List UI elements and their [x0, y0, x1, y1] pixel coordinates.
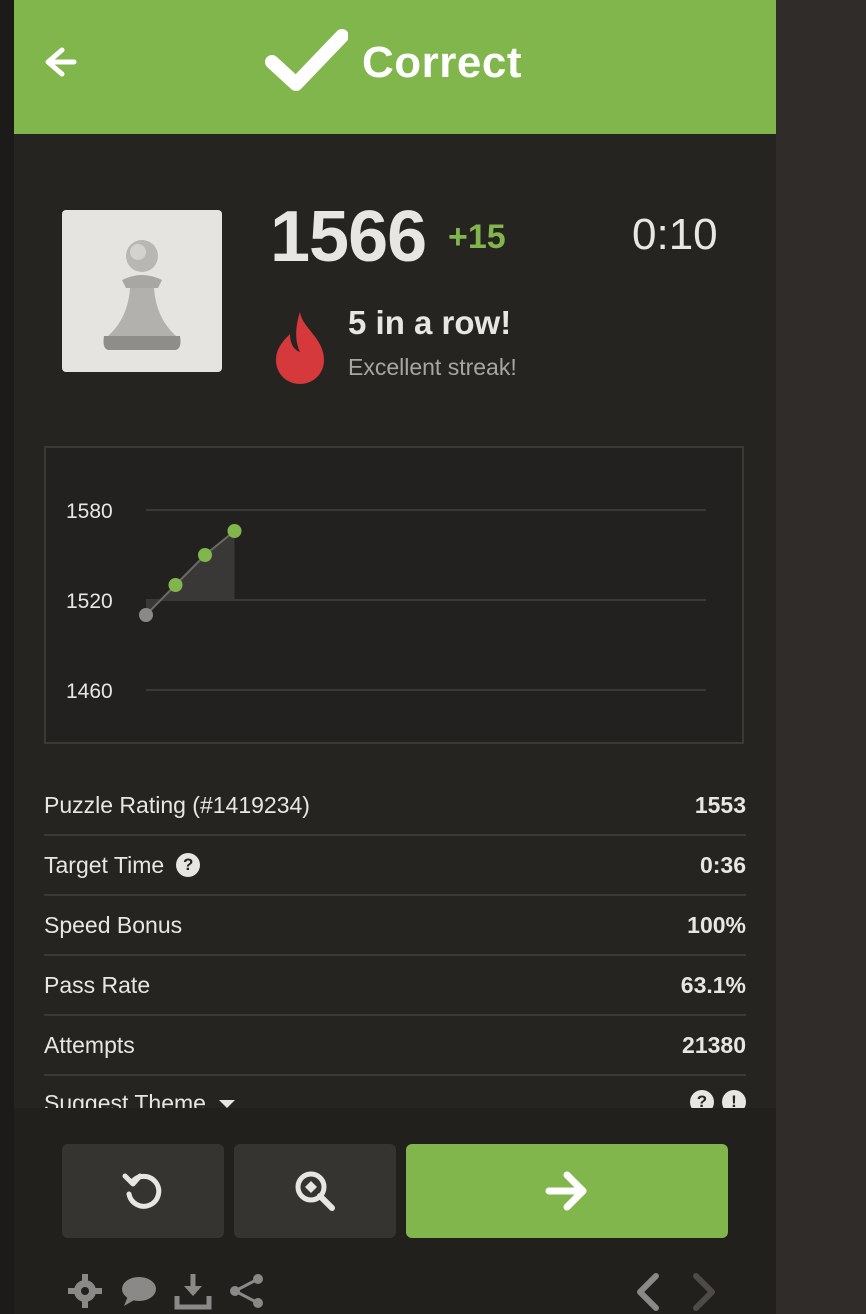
stat-row-attempts: Attempts 21380: [44, 1016, 746, 1076]
retry-button[interactable]: [62, 1144, 224, 1238]
rating-chart: 1580 1520 1460: [44, 446, 744, 744]
stat-row-puzzle-rating: Puzzle Rating (#1419234) 1553: [44, 776, 746, 836]
chart-ytick-label: 1580: [66, 500, 113, 523]
arrow-right-icon: [545, 1171, 587, 1211]
streak-subtitle: Excellent streak!: [348, 354, 517, 380]
chart-point[interactable]: [168, 578, 183, 592]
download-icon[interactable]: [174, 1272, 212, 1310]
chevron-left-icon[interactable]: [630, 1272, 666, 1312]
action-bar: [14, 1108, 776, 1314]
chart-ytick-label: 1460: [66, 680, 113, 703]
chat-icon[interactable]: [120, 1272, 158, 1310]
analysis-button[interactable]: [234, 1144, 396, 1238]
share-icon[interactable]: [228, 1272, 266, 1310]
stat-label: Target Time: [44, 851, 165, 878]
back-arrow-icon[interactable]: [40, 44, 80, 80]
magnify-analysis-icon: [295, 1171, 335, 1211]
stat-value: 21380: [682, 1031, 746, 1058]
footer-tools: [66, 1272, 266, 1310]
stat-label: Puzzle Rating (#1419234): [44, 791, 310, 818]
stat-label-wrap: Target Time ?: [44, 851, 201, 879]
streak-title: 5 in a row!: [348, 304, 512, 341]
stat-row-target-time: Target Time ? 0:36: [44, 836, 746, 896]
puzzle-stats: Puzzle Rating (#1419234) 1553 Target Tim…: [44, 776, 746, 1116]
stat-value: 63.1%: [680, 971, 746, 998]
rating-delta: +15: [448, 218, 506, 256]
result-title: Correct: [362, 38, 522, 87]
stat-label: Attempts: [44, 1031, 135, 1058]
rating-chart-svg: 1580 1520 1460: [66, 500, 706, 703]
stat-row-pass-rate: Pass Rate 63.1%: [44, 956, 746, 1016]
result-header: Correct: [14, 0, 776, 134]
chart-point[interactable]: [198, 548, 212, 562]
stat-value: 0:36: [699, 851, 746, 878]
checkmark-icon: [265, 29, 348, 91]
chart-ytick-label: 1520: [66, 590, 113, 613]
chart-point[interactable]: [139, 608, 153, 622]
stat-value: 100%: [687, 911, 746, 938]
chart-point[interactable]: [227, 524, 242, 538]
stat-label: Pass Rate: [44, 971, 151, 998]
left-strip: [0, 0, 14, 1314]
stat-label: Speed Bonus: [44, 911, 183, 938]
player-rating: 1566: [270, 197, 427, 277]
stat-row-speed-bonus: Speed Bonus 100%: [44, 896, 746, 956]
puzzle-panel: Correct 1566 +15 0:10 5 in a row! Excell…: [14, 0, 776, 1314]
question-icon[interactable]: ?: [176, 853, 201, 877]
stat-value: 1553: [694, 791, 746, 818]
board-area-edge: [776, 0, 866, 1314]
next-puzzle-button[interactable]: [406, 1144, 728, 1238]
pawn-icon: [103, 240, 181, 350]
avatar: [62, 210, 222, 372]
flame-icon: [276, 312, 324, 384]
puzzle-timer: 0:10: [632, 210, 718, 259]
puzzle-nav: [630, 1272, 722, 1312]
gear-icon[interactable]: [66, 1272, 104, 1310]
chevron-right-icon[interactable]: [686, 1272, 722, 1312]
retry-icon: [122, 1173, 162, 1209]
